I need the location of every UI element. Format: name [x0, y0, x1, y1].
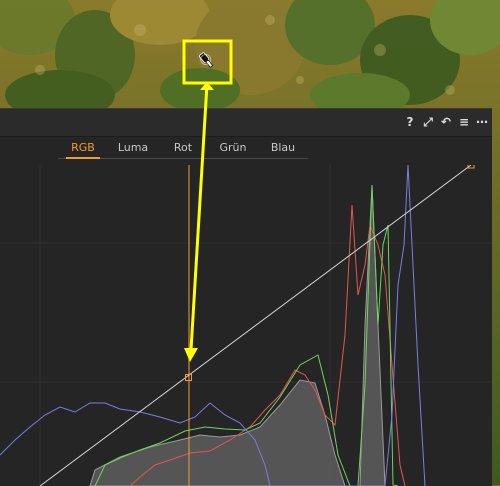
help-icon[interactable]: ?	[404, 113, 416, 131]
panel-icons: ? ⤢ ↶ ≡ ⋯	[404, 113, 488, 131]
expand-icon[interactable]: ⤢	[422, 113, 434, 131]
reset-icon[interactable]: ↶	[440, 113, 452, 131]
curve-graph[interactable]	[0, 165, 492, 486]
tab-blau[interactable]: Blau	[258, 138, 308, 158]
tab-luma[interactable]: Luma	[108, 138, 158, 158]
channel-tabs: RGB Luma Rot Grün Blau	[58, 138, 308, 159]
luma-histogram	[89, 184, 386, 486]
panel-header: ? ⤢ ↶ ≡ ⋯	[0, 109, 492, 137]
tab-rgb[interactable]: RGB	[58, 138, 108, 159]
curves-panel: ? ⤢ ↶ ≡ ⋯ RGB Luma Rot Grün Blau	[0, 108, 492, 486]
menu-icon[interactable]: ≡	[458, 113, 470, 131]
more-icon[interactable]: ⋯	[476, 113, 488, 131]
tab-grün[interactable]: Grün	[208, 138, 258, 158]
tab-rot[interactable]: Rot	[158, 138, 208, 158]
